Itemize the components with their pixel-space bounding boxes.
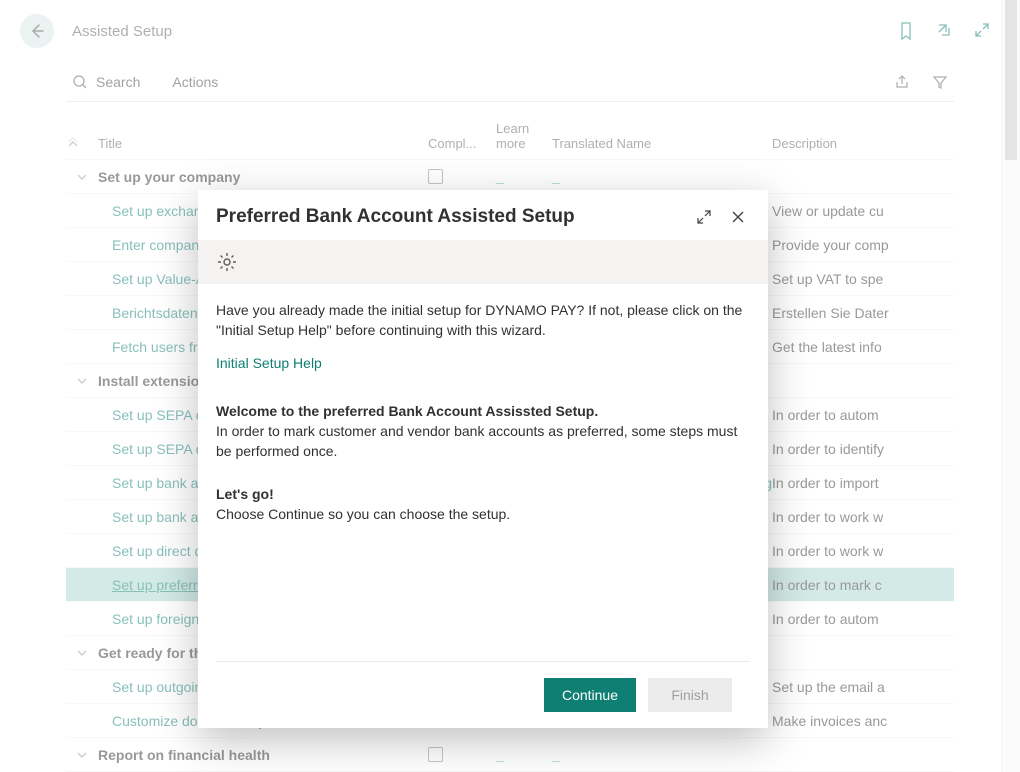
description-cell: Set up VAT to spe <box>772 271 954 287</box>
dialog-expand-icon[interactable] <box>696 209 716 225</box>
translated-cell: _ <box>552 169 772 185</box>
chevron-down-icon[interactable] <box>66 749 98 761</box>
page-title: Assisted Setup <box>72 23 172 40</box>
chevron-down-icon[interactable] <box>66 171 98 183</box>
description-cell: In order to import <box>772 475 954 491</box>
wizard-dialog: Preferred Bank Account Assisted Setup Ha… <box>198 190 768 728</box>
chevron-down-icon[interactable] <box>66 647 98 659</box>
row-title: Report on financial health <box>98 747 428 763</box>
completed-checkbox[interactable] <box>428 747 443 762</box>
description-cell: In order to mark c <box>772 577 954 593</box>
page-header: Assisted Setup <box>0 0 1020 62</box>
dialog-header: Preferred Bank Account Assisted Setup <box>198 190 768 240</box>
bookmark-icon[interactable] <box>898 22 914 40</box>
scrollbar-track[interactable] <box>1001 0 1020 772</box>
description-cell: Erstellen Sie Dater <box>772 305 954 321</box>
description-cell: In order to work w <box>772 509 954 525</box>
lets-go-body: Choose Continue so you can choose the se… <box>216 506 510 522</box>
translated-cell: _ <box>552 747 772 763</box>
row-title: Set up your company <box>98 169 428 185</box>
initial-setup-help-link[interactable]: Initial Setup Help <box>216 355 322 371</box>
description-cell: In order to autom <box>772 611 954 627</box>
filter-icon[interactable] <box>932 74 948 90</box>
dialog-banner <box>198 240 768 284</box>
sort-icon[interactable] <box>66 137 80 151</box>
description-cell: In order to identify <box>772 441 954 457</box>
gear-icon <box>216 251 238 273</box>
description-cell: Set up the email a <box>772 679 954 695</box>
description-cell: Make invoices anc <box>772 713 954 729</box>
col-completed[interactable]: Compl... <box>428 136 496 151</box>
dialog-intro: Have you already made the initial setup … <box>216 300 750 341</box>
arrow-left-icon <box>29 23 45 39</box>
table-header: Title Compl... Learn more Translated Nam… <box>66 120 954 160</box>
search-button[interactable]: Search <box>66 70 146 94</box>
actions-menu[interactable]: Actions <box>166 70 224 94</box>
col-learn[interactable]: Learn more <box>496 121 552 151</box>
dialog-body: Have you already made the initial setup … <box>198 284 768 661</box>
description-cell: Get the latest info <box>772 339 954 355</box>
welcome-body: In order to mark customer and vendor ban… <box>216 423 737 459</box>
lets-go-heading: Let's go! <box>216 486 274 502</box>
dash-icon: _ <box>552 169 560 185</box>
popout-icon[interactable] <box>936 22 952 40</box>
group-row[interactable]: Set up your company _ _ <box>66 160 954 194</box>
finish-button[interactable]: Finish <box>648 678 732 712</box>
header-actions <box>898 22 1000 40</box>
col-translated[interactable]: Translated Name <box>552 136 772 151</box>
dialog-footer: Continue Finish <box>216 661 750 728</box>
chevron-down-icon[interactable] <box>66 375 98 387</box>
description-cell: In order to autom <box>772 407 954 423</box>
description-cell: Provide your comp <box>772 237 954 253</box>
share-icon[interactable] <box>894 74 910 90</box>
toolbar-right <box>894 74 954 90</box>
col-description[interactable]: Description <box>772 136 954 151</box>
completed-checkbox[interactable] <box>428 169 443 184</box>
group-row[interactable]: Report on financial health _ _ <box>66 738 954 772</box>
col-title[interactable]: Title <box>98 136 428 151</box>
dash-icon: _ <box>496 747 504 763</box>
close-icon[interactable] <box>730 209 750 225</box>
welcome-heading: Welcome to the preferred Bank Account As… <box>216 403 598 419</box>
dash-icon: _ <box>552 747 560 763</box>
back-button[interactable] <box>20 14 54 48</box>
description-cell: View or update cu <box>772 203 954 219</box>
learn-more-cell: _ <box>496 747 552 763</box>
expand-icon[interactable] <box>974 22 990 40</box>
search-icon <box>72 74 88 90</box>
dialog-title: Preferred Bank Account Assisted Setup <box>216 206 682 228</box>
scrollbar-thumb[interactable] <box>1005 0 1017 160</box>
completed-cell <box>428 747 496 762</box>
dash-icon: _ <box>496 169 504 185</box>
description-cell: In order to work w <box>772 543 954 559</box>
search-label: Search <box>96 74 140 90</box>
completed-cell <box>428 169 496 184</box>
toolbar: Search Actions <box>66 62 954 102</box>
continue-button[interactable]: Continue <box>544 678 636 712</box>
learn-more-cell: _ <box>496 169 552 185</box>
